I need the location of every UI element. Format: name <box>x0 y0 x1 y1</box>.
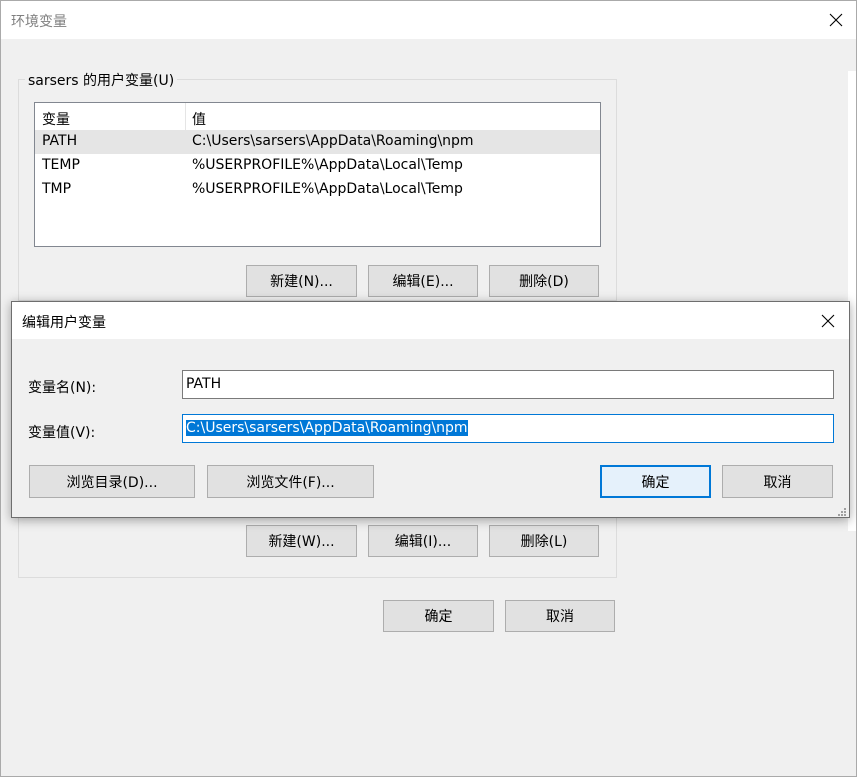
ok-button[interactable]: 确定 <box>383 600 494 632</box>
close-icon[interactable] <box>819 312 837 330</box>
variable-name-label: 变量名(N): <box>28 380 97 396</box>
system-edit-button[interactable]: 编辑(I)... <box>368 525 478 557</box>
column-header-value[interactable]: 值 <box>192 109 206 129</box>
window-title: 环境变量 <box>11 14 67 30</box>
user-delete-button[interactable]: 删除(D) <box>489 265 599 297</box>
table-row[interactable]: PATH C:\Users\sarsers\AppData\Roaming\np… <box>35 130 600 154</box>
browse-directory-button[interactable]: 浏览目录(D)... <box>29 465 195 498</box>
close-icon[interactable] <box>827 11 845 29</box>
dialog-title: 编辑用户变量 <box>22 315 106 331</box>
variable-name: TEMP <box>42 157 80 173</box>
user-variables-group-label: sarsers 的用户变量(U) <box>25 70 178 90</box>
variable-value: C:\Users\sarsers\AppData\Roaming\npm <box>192 133 474 149</box>
title-bar: 环境变量 <box>1 1 856 39</box>
dialog-cancel-button[interactable]: 取消 <box>722 465 833 498</box>
cancel-button[interactable]: 取消 <box>505 600 615 632</box>
column-divider[interactable] <box>185 103 186 130</box>
environment-variables-window: 环境变量 sarsers 的用户变量(U) 变量 值 PATH C:\Users… <box>0 0 857 777</box>
resize-grip-icon[interactable] <box>837 505 847 516</box>
variable-name-input-text: PATH <box>186 376 222 392</box>
user-new-button[interactable]: 新建(N)... <box>246 265 357 297</box>
variable-value-label: 变量值(V): <box>28 425 96 441</box>
variable-value-input[interactable]: C:\Users\sarsers\AppData\Roaming\npm <box>182 414 834 443</box>
table-row[interactable]: TEMP %USERPROFILE%\AppData\Local\Temp <box>35 154 600 178</box>
list-header: 变量 值 <box>35 103 600 130</box>
system-new-button[interactable]: 新建(W)... <box>246 525 357 557</box>
user-variables-list[interactable]: 变量 值 PATH C:\Users\sarsers\AppData\Roami… <box>34 102 601 247</box>
variable-value-input-text: C:\Users\sarsers\AppData\Roaming\npm <box>186 420 468 436</box>
system-delete-button[interactable]: 删除(L) <box>489 525 599 557</box>
column-header-variable[interactable]: 变量 <box>42 109 70 129</box>
variable-value: %USERPROFILE%\AppData\Local\Temp <box>192 157 463 173</box>
variable-name: PATH <box>42 133 78 149</box>
table-row[interactable]: TMP %USERPROFILE%\AppData\Local\Temp <box>35 178 600 202</box>
variable-name-input[interactable]: PATH <box>182 370 834 399</box>
dialog-title-bar: 编辑用户变量 <box>12 302 849 339</box>
variable-name: TMP <box>42 181 72 197</box>
edit-user-variable-dialog: 编辑用户变量 变量名(N): PATH 变量值(V): C:\Users\sar… <box>11 301 850 518</box>
browse-file-button[interactable]: 浏览文件(F)... <box>207 465 374 498</box>
variable-value: %USERPROFILE%\AppData\Local\Temp <box>192 181 463 197</box>
user-edit-button[interactable]: 编辑(E)... <box>368 265 478 297</box>
dialog-ok-button[interactable]: 确定 <box>600 465 711 498</box>
